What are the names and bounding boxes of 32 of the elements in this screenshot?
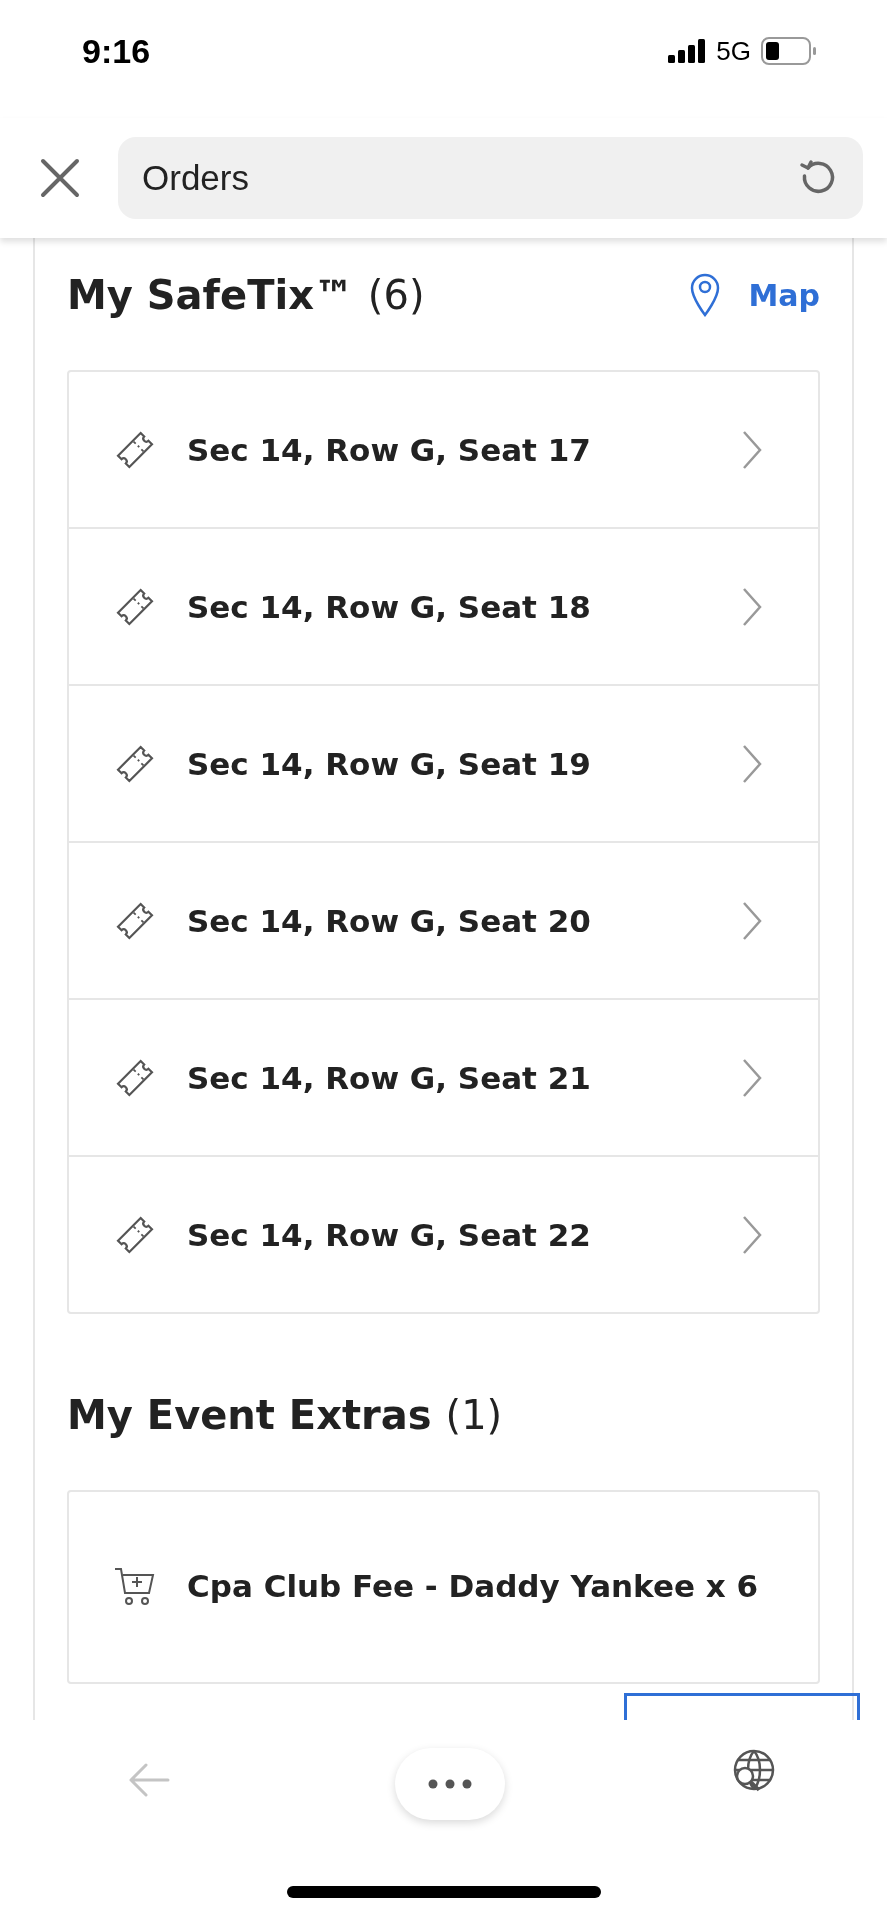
more-icon: [427, 1779, 472, 1789]
ticket-row[interactable]: Sec 14, Row G, Seat 20: [69, 841, 818, 998]
extra-label: Cpa Club Fee - Daddy Yankee x 6: [187, 1567, 760, 1607]
network-label: 5G: [716, 35, 751, 67]
close-icon[interactable]: [40, 158, 80, 198]
ticket-row[interactable]: Sec 14, Row G, Seat 21: [69, 998, 818, 1155]
chevron-icon: [742, 586, 762, 627]
ticket-label: Sec 14, Row G, Seat 17: [187, 431, 592, 468]
section-title: My Event Extras (1): [67, 1392, 503, 1438]
more-button[interactable]: [394, 1748, 505, 1820]
ticket-label: Sec 14, Row G, Seat 20: [187, 902, 592, 939]
chevron-icon: [742, 429, 762, 470]
chevron-icon: [742, 1057, 762, 1098]
chevron-icon: [742, 900, 762, 941]
address-field[interactable]: Orders: [118, 137, 863, 219]
section-title: My SafeTix™ (6): [67, 272, 425, 318]
battery-icon: [761, 37, 817, 65]
chevron-icon: [742, 1214, 762, 1255]
location-pin-icon[interactable]: [690, 273, 721, 317]
signal-icon: [668, 39, 707, 63]
ticket-label: Sec 14, Row G, Seat 18: [187, 588, 592, 625]
extra-row[interactable]: Cpa Club Fee - Daddy Yankee x 6: [69, 1492, 818, 1682]
ticket-label: Sec 14, Row G, Seat 19: [187, 745, 592, 782]
map-link[interactable]: Map: [748, 277, 820, 313]
ticket-row[interactable]: Sec 14, Row G, Seat 19: [69, 684, 818, 841]
status-time: 9:16: [82, 31, 151, 71]
ticket-row[interactable]: Sec 14, Row G, Seat 17: [69, 372, 818, 527]
ticket-label: Sec 14, Row G, Seat 22: [187, 1216, 592, 1253]
chevron-icon: [742, 743, 762, 784]
ticket-label: Sec 14, Row G, Seat 21: [187, 1059, 592, 1096]
ticket-row[interactable]: Sec 14, Row G, Seat 18: [69, 527, 818, 684]
ticket-row[interactable]: Sec 14, Row G, Seat 22: [69, 1155, 818, 1312]
